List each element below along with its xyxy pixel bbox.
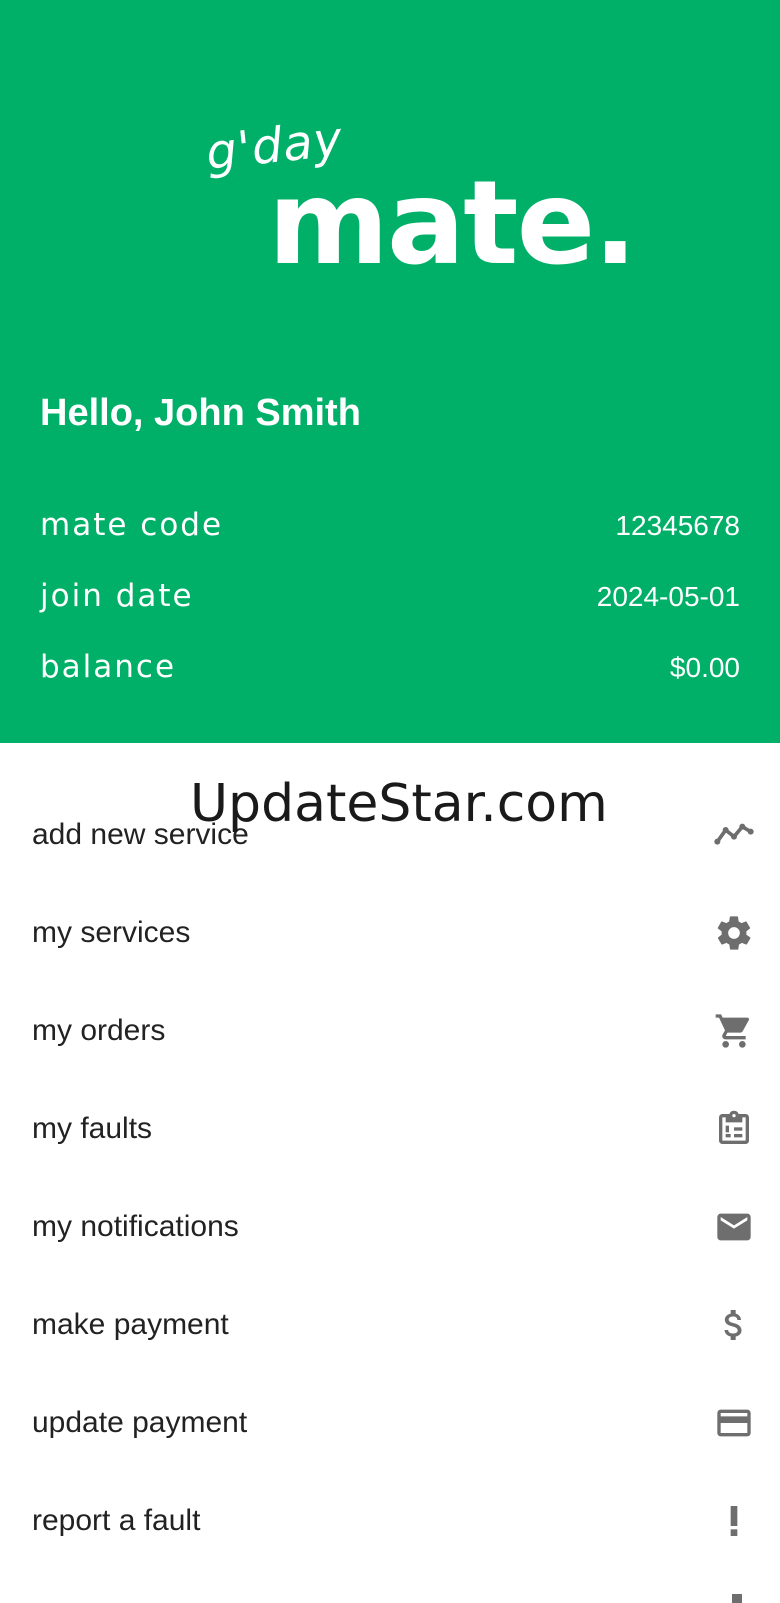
cart-icon bbox=[714, 1011, 754, 1051]
clipboard-icon bbox=[714, 1109, 754, 1149]
menu-item-label: my services bbox=[32, 916, 191, 949]
menu-item-report-a-fault[interactable]: report a fault bbox=[0, 1472, 780, 1570]
mate-logo: g'day mate. bbox=[0, 0, 780, 300]
logo-wordmark: mate. bbox=[268, 156, 637, 291]
mate-code-label: mate code bbox=[40, 507, 224, 543]
menu-item-label: my faults bbox=[32, 1112, 153, 1145]
dollar-icon bbox=[714, 1305, 754, 1345]
watermark-text: UpdateStar.com bbox=[190, 774, 608, 834]
mate-code-row: mate code 12345678 bbox=[40, 507, 740, 551]
join-date-row: join date 2024-05-01 bbox=[40, 578, 740, 622]
gear-icon bbox=[714, 913, 754, 953]
menu-item-label: report a fault bbox=[32, 1504, 201, 1537]
balance-value: $0.00 bbox=[669, 652, 740, 683]
menu-item-label: my notifications bbox=[32, 1210, 239, 1243]
menu-item-my-notifications[interactable]: my notifications bbox=[0, 1178, 780, 1276]
menu-item-my-services[interactable]: my services bbox=[0, 884, 780, 982]
credit-card-icon bbox=[714, 1403, 754, 1443]
join-date-label: join date bbox=[40, 578, 194, 614]
menu-item-label: make payment bbox=[32, 1308, 229, 1341]
menu-item-my-faults[interactable]: my faults bbox=[0, 1080, 780, 1178]
partial-menu-icon bbox=[732, 1594, 742, 1603]
menu-item-label: update payment bbox=[32, 1406, 248, 1439]
menu-item-make-payment[interactable]: make payment bbox=[0, 1276, 780, 1374]
mail-icon bbox=[714, 1207, 754, 1247]
menu-item-label: my orders bbox=[32, 1014, 166, 1047]
menu-item-my-orders[interactable]: my orders bbox=[0, 982, 780, 1080]
menu-item-update-payment[interactable]: update payment bbox=[0, 1374, 780, 1472]
account-header: g'day mate. Hello, John Smith mate code … bbox=[0, 0, 780, 743]
account-menu: add new service my services my orders my… bbox=[0, 786, 780, 1570]
trending-icon bbox=[714, 815, 754, 855]
greeting-text: Hello, John Smith bbox=[40, 392, 361, 434]
mate-code-value: 12345678 bbox=[615, 510, 740, 541]
exclamation-icon bbox=[714, 1501, 754, 1541]
balance-label: balance bbox=[40, 649, 177, 685]
join-date-value: 2024-05-01 bbox=[596, 581, 740, 612]
balance-row: balance $0.00 bbox=[40, 649, 740, 693]
